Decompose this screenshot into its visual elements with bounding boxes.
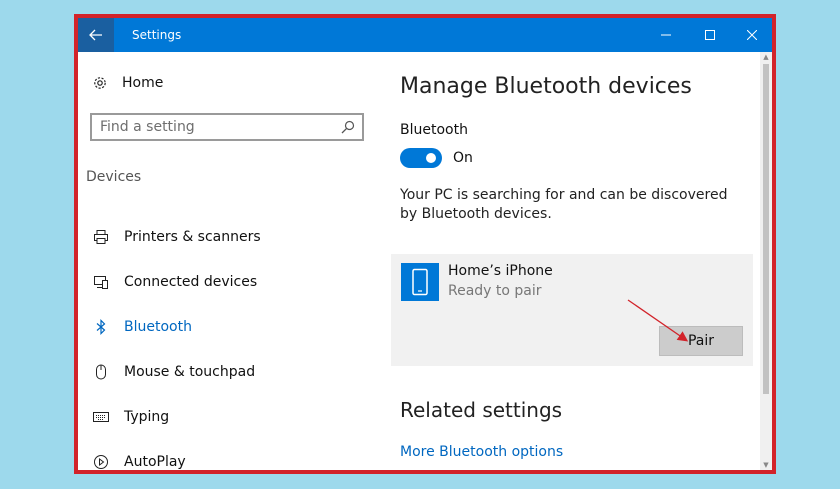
mouse-icon <box>92 363 110 381</box>
annotation-arrow-icon <box>627 299 689 342</box>
sidebar-item-label: Connected devices <box>124 274 258 290</box>
bluetooth-toggle-label: Bluetooth <box>400 122 468 138</box>
phone-icon <box>401 263 439 301</box>
close-icon <box>747 30 757 40</box>
toggle-knob <box>426 153 436 163</box>
sidebar-item-label: Printers & scanners <box>124 229 261 245</box>
back-arrow-icon <box>89 29 102 41</box>
maximize-button[interactable] <box>688 18 732 52</box>
connected-devices-icon <box>92 273 110 291</box>
maximize-icon <box>705 30 715 40</box>
scroll-down-icon[interactable]: ▼ <box>760 460 772 470</box>
vertical-scrollbar[interactable]: ▲ ▼ <box>760 52 772 470</box>
sidebar-item-label: Mouse & touchpad <box>124 364 256 380</box>
keyboard-icon <box>92 408 110 426</box>
sidebar-item-label: Bluetooth <box>124 319 192 335</box>
more-bluetooth-options-link[interactable]: More Bluetooth options <box>400 444 563 460</box>
search-icon <box>341 120 355 134</box>
toggle-state-label: On <box>453 150 473 166</box>
minimize-icon <box>661 34 671 36</box>
gear-icon <box>94 77 106 89</box>
sidebar-item-mouse-touchpad[interactable]: Mouse & touchpad <box>92 362 255 382</box>
settings-window: Settings Home Find a setting Devices Pri… <box>74 14 776 474</box>
bluetooth-toggle[interactable] <box>400 148 442 168</box>
sidebar-item-label: AutoPlay <box>124 454 186 470</box>
autoplay-icon <box>92 453 110 471</box>
discovery-description: Your PC is searching for and can be disc… <box>400 187 728 222</box>
related-settings-heading: Related settings <box>400 398 563 422</box>
nav-home[interactable]: Home <box>92 75 163 91</box>
device-status: Ready to pair <box>448 283 542 299</box>
sidebar-item-typing[interactable]: Typing <box>92 407 169 427</box>
sidebar-item-connected-devices[interactable]: Connected devices <box>92 272 257 292</box>
close-button[interactable] <box>730 18 774 52</box>
scroll-up-icon[interactable]: ▲ <box>760 52 772 62</box>
section-label-devices: Devices <box>86 169 142 185</box>
search-input[interactable] <box>92 115 340 139</box>
sidebar-item-autoplay[interactable]: AutoPlay <box>92 452 186 472</box>
sidebar-item-label: Typing <box>124 409 170 425</box>
scroll-thumb[interactable] <box>763 64 769 394</box>
sidebar-item-printers[interactable]: Printers & scanners <box>92 227 261 247</box>
sidebar-item-bluetooth[interactable]: Bluetooth <box>92 317 192 337</box>
main-content: Manage Bluetooth devices Bluetooth On Yo… <box>380 52 760 470</box>
device-card[interactable]: Home’s iPhone Ready to pair Pair <box>391 254 753 366</box>
search-field[interactable] <box>90 113 364 141</box>
page-title: Manage Bluetooth devices <box>400 74 692 99</box>
sidebar: Home Devices Printers & scanners <box>78 52 380 470</box>
title-bar: Settings <box>78 18 772 52</box>
bluetooth-icon <box>92 318 110 336</box>
nav-home-label: Home <box>122 75 164 91</box>
device-name: Home’s iPhone <box>448 263 553 279</box>
minimize-button[interactable] <box>644 18 688 52</box>
back-button[interactable] <box>78 18 114 52</box>
window-title: Settings <box>132 28 182 42</box>
printer-icon <box>92 228 110 246</box>
